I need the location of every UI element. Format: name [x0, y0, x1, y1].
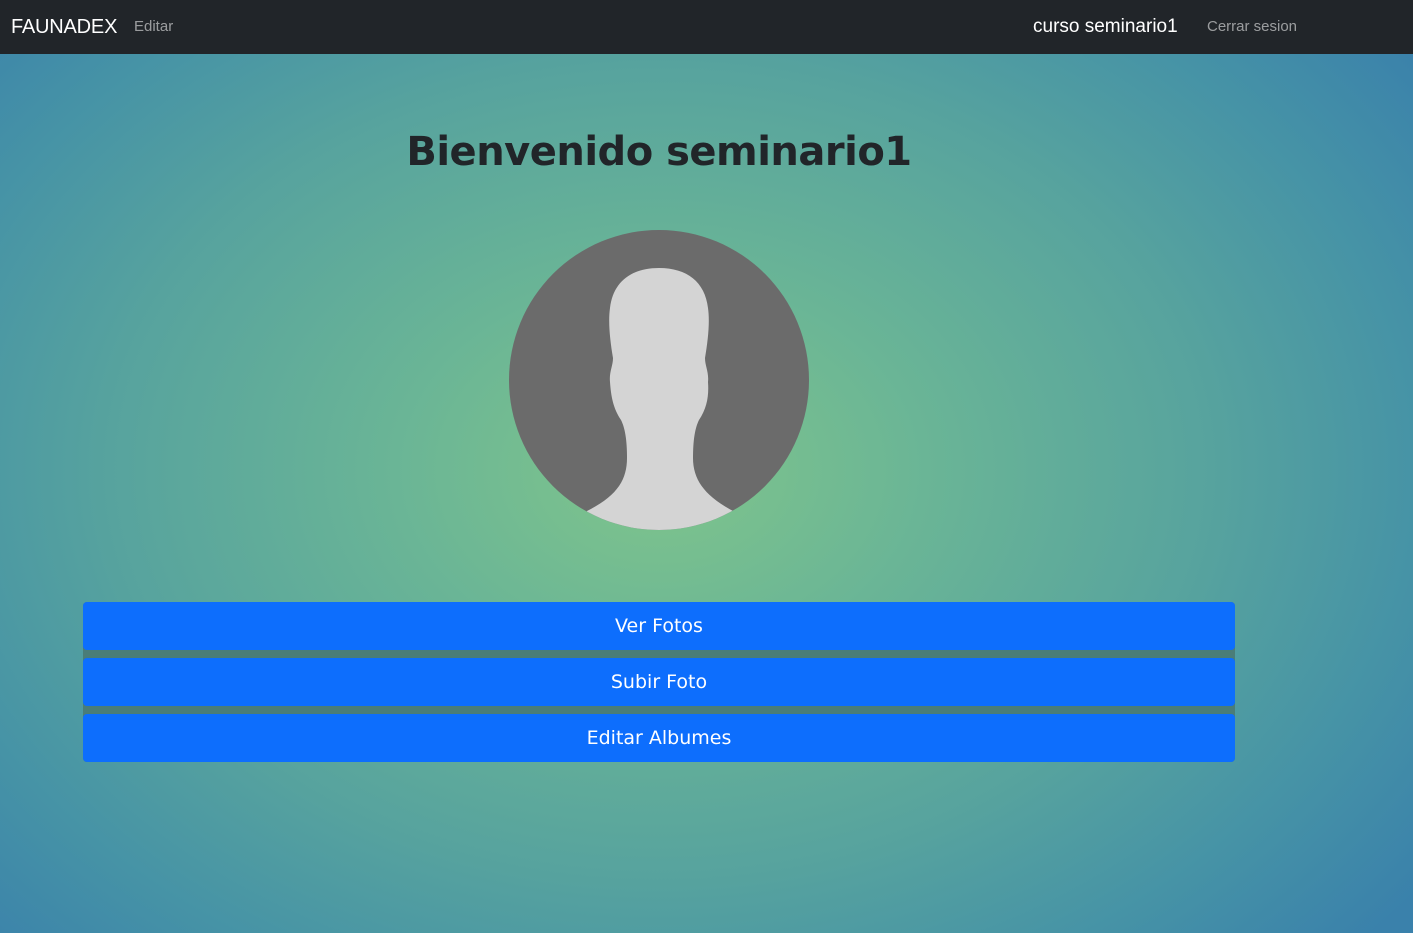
user-display-name: curso seminario1 [1033, 16, 1178, 37]
upload-photo-button[interactable]: Subir Foto [83, 658, 1235, 706]
brand-link[interactable]: FAUNADEX [11, 15, 117, 39]
welcome-title: Bienvenido seminario1 [406, 129, 912, 175]
edit-albums-button[interactable]: Editar Albumes [83, 714, 1235, 762]
top-navbar: FAUNADEX Editar curso seminario1 Cerrar … [0, 0, 1413, 54]
default-user-avatar-icon [509, 230, 809, 530]
logout-link[interactable]: Cerrar sesion [1207, 18, 1297, 36]
action-button-group: Ver Fotos Subir Foto Editar Albumes [83, 602, 1235, 762]
edit-profile-link[interactable]: Editar [134, 18, 173, 36]
view-photos-button[interactable]: Ver Fotos [83, 602, 1235, 650]
